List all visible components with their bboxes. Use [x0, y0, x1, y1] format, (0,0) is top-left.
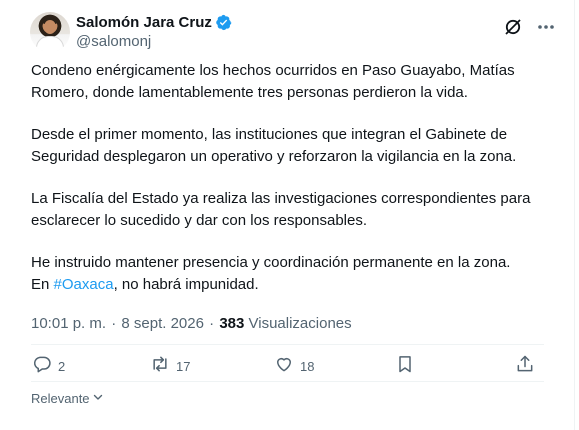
- tweet-meta: 10:01 p. m. · 8 sept. 2026 · 383 Visuali…: [31, 314, 352, 334]
- reply-icon: [32, 354, 52, 379]
- views-count[interactable]: 383: [219, 315, 244, 332]
- author-display-name[interactable]: Salomón Jara Cruz: [76, 14, 212, 31]
- tweet-paragraph: Condeno enérgicamente los hechos ocurrid…: [31, 62, 515, 101]
- reply-count: 2: [58, 358, 66, 374]
- tweet-date[interactable]: 8 sept. 2026: [121, 315, 204, 332]
- sort-label: Relevante: [31, 390, 90, 406]
- tweet-text: Condeno enérgicamente los hechos ocurrid…: [31, 60, 551, 316]
- reply-button[interactable]: 2: [32, 355, 65, 377]
- tweet-text-prefix: En: [31, 276, 54, 293]
- tweet-line: He instruido mantener presencia y coordi…: [31, 254, 511, 271]
- verified-badge-icon[interactable]: [215, 14, 232, 31]
- like-count: 18: [300, 358, 315, 374]
- bookmark-icon: [395, 354, 415, 379]
- sort-replies-button[interactable]: Relevante: [31, 389, 104, 407]
- avatar[interactable]: [30, 12, 70, 52]
- tweet-paragraph: La Fiscalía del Estado ya realiza las in…: [31, 190, 531, 229]
- chevron-down-icon: [90, 391, 104, 406]
- grok-icon[interactable]: [503, 17, 523, 37]
- hashtag-link[interactable]: #Oaxaca: [54, 276, 114, 293]
- more-options-icon[interactable]: [535, 16, 557, 38]
- author-handle[interactable]: @salomonj: [76, 33, 232, 50]
- tweet-paragraph: Desde el primer momento, las institucion…: [31, 126, 517, 165]
- like-button[interactable]: 18: [274, 355, 314, 377]
- meta-separator: ·: [209, 315, 215, 332]
- bookmark-button[interactable]: [395, 355, 415, 377]
- action-bar: 2 17 18: [30, 355, 540, 377]
- like-icon: [274, 354, 294, 379]
- share-button[interactable]: [515, 355, 535, 377]
- author-names: Salomón Jara Cruz @salomonj: [76, 12, 232, 50]
- tweet-text-suffix: , no habrá impunidad.: [113, 276, 259, 293]
- views-label[interactable]: Visualizaciones: [249, 315, 352, 332]
- share-icon: [515, 354, 535, 379]
- column-border: [574, 0, 575, 430]
- tweet-header: Salomón Jara Cruz @salomonj: [16, 10, 556, 54]
- tweet-paragraph-last: He instruido mantener presencia y coordi…: [31, 252, 551, 296]
- divider: [31, 381, 544, 382]
- repost-count: 17: [176, 358, 191, 374]
- tweet-detail: Salomón Jara Cruz @salomonj Condeno enér…: [0, 0, 579, 430]
- divider: [31, 344, 544, 345]
- repost-button[interactable]: 17: [150, 355, 190, 377]
- tweet-time[interactable]: 10:01 p. m.: [31, 315, 106, 332]
- repost-icon: [150, 354, 170, 379]
- meta-separator: ·: [111, 315, 117, 332]
